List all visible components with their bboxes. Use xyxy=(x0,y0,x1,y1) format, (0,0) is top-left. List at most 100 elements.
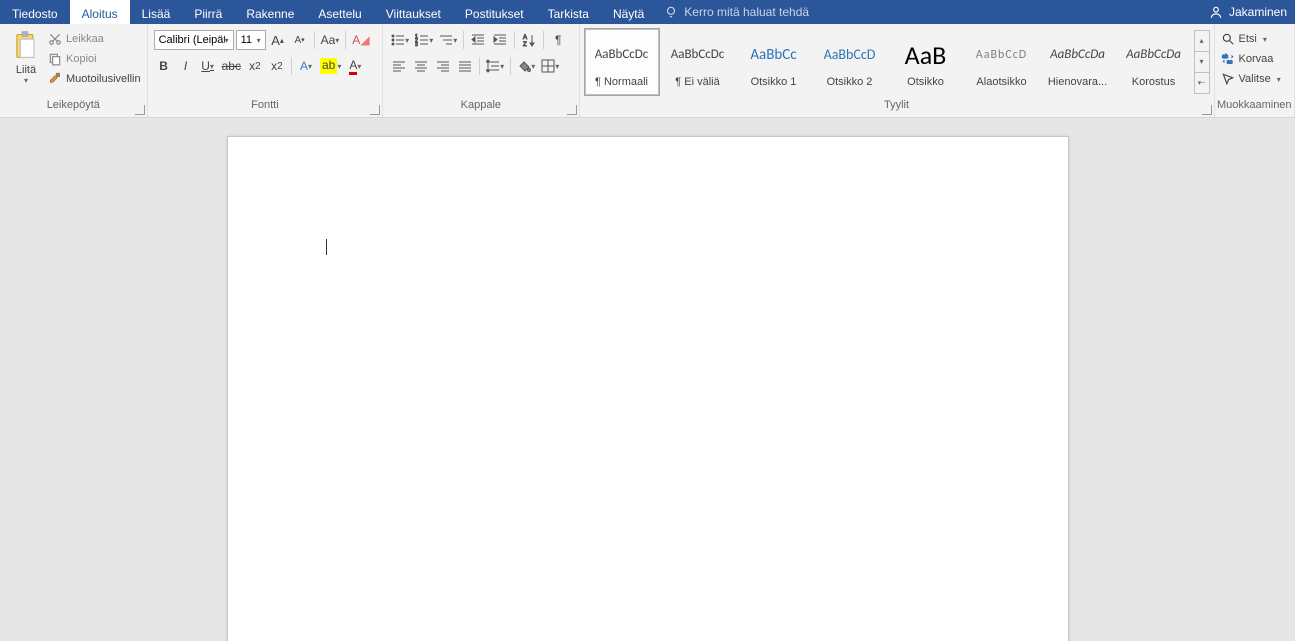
lightbulb-icon xyxy=(664,5,678,19)
svg-text:ab: ab xyxy=(1222,54,1228,60)
paragraph-launcher[interactable] xyxy=(567,105,577,115)
font-name-combo[interactable]: Calibri (Leipäteksti)▾ xyxy=(154,30,234,50)
style-item-0[interactable]: AaBbCcDc ¶ Normaali xyxy=(584,28,660,96)
tell-me-search[interactable]: Kerro mitä haluat tehdä xyxy=(656,0,809,24)
bullets-button[interactable]: ▾ xyxy=(389,30,411,50)
style-label: Alaotsikko xyxy=(965,76,1039,88)
borders-icon xyxy=(541,59,555,73)
chevron-down-icon: ▾ xyxy=(1277,75,1281,84)
group-font: Calibri (Leipäteksti)▾ 11▾ A▴ A▾ Aa▾ A◢ … xyxy=(148,24,384,117)
highlight-button[interactable]: ab▾ xyxy=(318,56,343,76)
clear-formatting-button[interactable]: A◢ xyxy=(350,30,371,50)
underline-button[interactable]: U ▾ xyxy=(198,56,218,76)
indent-icon xyxy=(493,33,507,47)
subscript-button[interactable]: x2 xyxy=(245,56,265,76)
svg-text:ac: ac xyxy=(1226,60,1232,66)
bullets-icon xyxy=(391,33,405,47)
tab-layout[interactable]: Asettelu xyxy=(306,0,373,24)
style-preview: AaBbCcDc xyxy=(595,36,649,74)
style-item-1[interactable]: AaBbCcDc¶ Ei väliä xyxy=(660,28,736,96)
tab-file[interactable]: Tiedosto xyxy=(0,0,70,24)
style-preview: AaB xyxy=(905,36,947,74)
share-button[interactable]: Jakaminen xyxy=(1201,0,1295,24)
styles-scroll-down[interactable]: ▾ xyxy=(1195,52,1209,73)
find-button[interactable]: Etsi▾ xyxy=(1221,32,1281,46)
tab-draw[interactable]: Piirrä xyxy=(182,0,234,24)
align-right-button[interactable] xyxy=(433,56,453,76)
text-effects-button[interactable]: A▾ xyxy=(296,56,316,76)
styles-scroll-up[interactable]: ▴ xyxy=(1195,31,1209,52)
style-item-2[interactable]: AaBbCc Otsikko 1 xyxy=(736,28,812,96)
style-item-5[interactable]: AaBbCcD Alaotsikko xyxy=(964,28,1040,96)
document-area[interactable] xyxy=(0,118,1295,641)
tell-me-placeholder: Kerro mitä haluat tehdä xyxy=(684,5,809,19)
clipboard-launcher[interactable] xyxy=(135,105,145,115)
font-color-button[interactable]: A▾ xyxy=(345,56,365,76)
style-preview: AaBbCc xyxy=(750,36,796,74)
style-label: Korostus xyxy=(1117,76,1191,88)
style-preview: AaBbCcDa xyxy=(1050,36,1105,74)
tab-view[interactable]: Näytä xyxy=(601,0,656,24)
style-label: ¶ Ei väliä xyxy=(661,76,735,88)
document-page[interactable] xyxy=(227,136,1069,641)
style-label: Otsikko 1 xyxy=(737,76,811,88)
style-item-7[interactable]: AaBbCcDaKorostus xyxy=(1116,28,1192,96)
styles-launcher[interactable] xyxy=(1202,105,1212,115)
tab-insert[interactable]: Lisää xyxy=(130,0,183,24)
ribbon: Liitä ▾ Leikkaa Kopioi Muotoilusivellin … xyxy=(0,24,1295,118)
sort-button[interactable]: AZ xyxy=(519,30,539,50)
tab-home[interactable]: Aloitus xyxy=(70,0,130,24)
chevron-down-icon: ▾ xyxy=(225,36,229,45)
cut-button[interactable]: Leikkaa xyxy=(48,32,141,46)
svg-text:A: A xyxy=(523,35,527,41)
style-item-6[interactable]: AaBbCcDaHienovara... xyxy=(1040,28,1116,96)
align-center-button[interactable] xyxy=(411,56,431,76)
italic-button[interactable]: I xyxy=(176,56,196,76)
paste-button[interactable]: Liitä ▾ xyxy=(6,26,46,85)
style-preview: AaBbCcD xyxy=(976,36,1027,74)
group-editing: Etsi▾ abac Korvaa Valitse▾ Muokkaaminen xyxy=(1215,24,1295,117)
cut-label: Leikkaa xyxy=(66,33,104,45)
svg-text:Z: Z xyxy=(523,42,527,47)
copy-button[interactable]: Kopioi xyxy=(48,52,141,66)
tab-mailings[interactable]: Postitukset xyxy=(453,0,536,24)
chevron-down-icon: ▾ xyxy=(24,76,28,85)
align-left-button[interactable] xyxy=(389,56,409,76)
superscript-button[interactable]: x2 xyxy=(267,56,287,76)
format-painter-button[interactable]: Muotoilusivellin xyxy=(48,72,141,86)
decrease-indent-button[interactable] xyxy=(468,30,488,50)
styles-expand[interactable]: ▾_ xyxy=(1195,73,1209,93)
format-painter-label: Muotoilusivellin xyxy=(66,73,141,85)
change-case-button[interactable]: Aa▾ xyxy=(319,30,342,50)
tab-design[interactable]: Rakenne xyxy=(234,0,306,24)
share-label: Jakaminen xyxy=(1229,5,1287,19)
multilevel-list-button[interactable]: ▾ xyxy=(437,30,459,50)
shading-button[interactable]: ▾ xyxy=(515,56,537,76)
select-button[interactable]: Valitse▾ xyxy=(1221,72,1281,86)
style-item-4[interactable]: AaBOtsikko xyxy=(888,28,964,96)
style-label: ¶ Normaali xyxy=(585,76,659,88)
group-paragraph: ▾ 123▾ ▾ AZ ¶ ▾ xyxy=(383,24,579,117)
line-spacing-button[interactable]: ▾ xyxy=(484,56,506,76)
tab-review[interactable]: Tarkista xyxy=(536,0,601,24)
align-right-icon xyxy=(436,59,450,73)
chevron-down-icon: ▾ xyxy=(1263,35,1267,44)
increase-indent-button[interactable] xyxy=(490,30,510,50)
grow-font-button[interactable]: A▴ xyxy=(268,30,288,50)
tab-references[interactable]: Viittaukset xyxy=(374,0,453,24)
numbering-button[interactable]: 123▾ xyxy=(413,30,435,50)
style-item-3[interactable]: AaBbCcDOtsikko 2 xyxy=(812,28,888,96)
shrink-font-button[interactable]: A▾ xyxy=(290,30,310,50)
show-marks-button[interactable]: ¶ xyxy=(548,30,568,50)
borders-button[interactable]: ▾ xyxy=(539,56,561,76)
copy-label: Kopioi xyxy=(66,53,97,65)
svg-text:3: 3 xyxy=(415,42,418,47)
strikethrough-button[interactable]: abc xyxy=(220,56,243,76)
font-launcher[interactable] xyxy=(370,105,380,115)
justify-button[interactable] xyxy=(455,56,475,76)
group-styles: AaBbCcDc¶ NormaaliAaBbCcDc¶ Ei väliäAaBb… xyxy=(580,24,1215,117)
font-size-combo[interactable]: 11▾ xyxy=(236,30,266,50)
sort-icon: AZ xyxy=(522,33,536,47)
bold-button[interactable]: B xyxy=(154,56,174,76)
replace-button[interactable]: abac Korvaa xyxy=(1221,52,1281,66)
